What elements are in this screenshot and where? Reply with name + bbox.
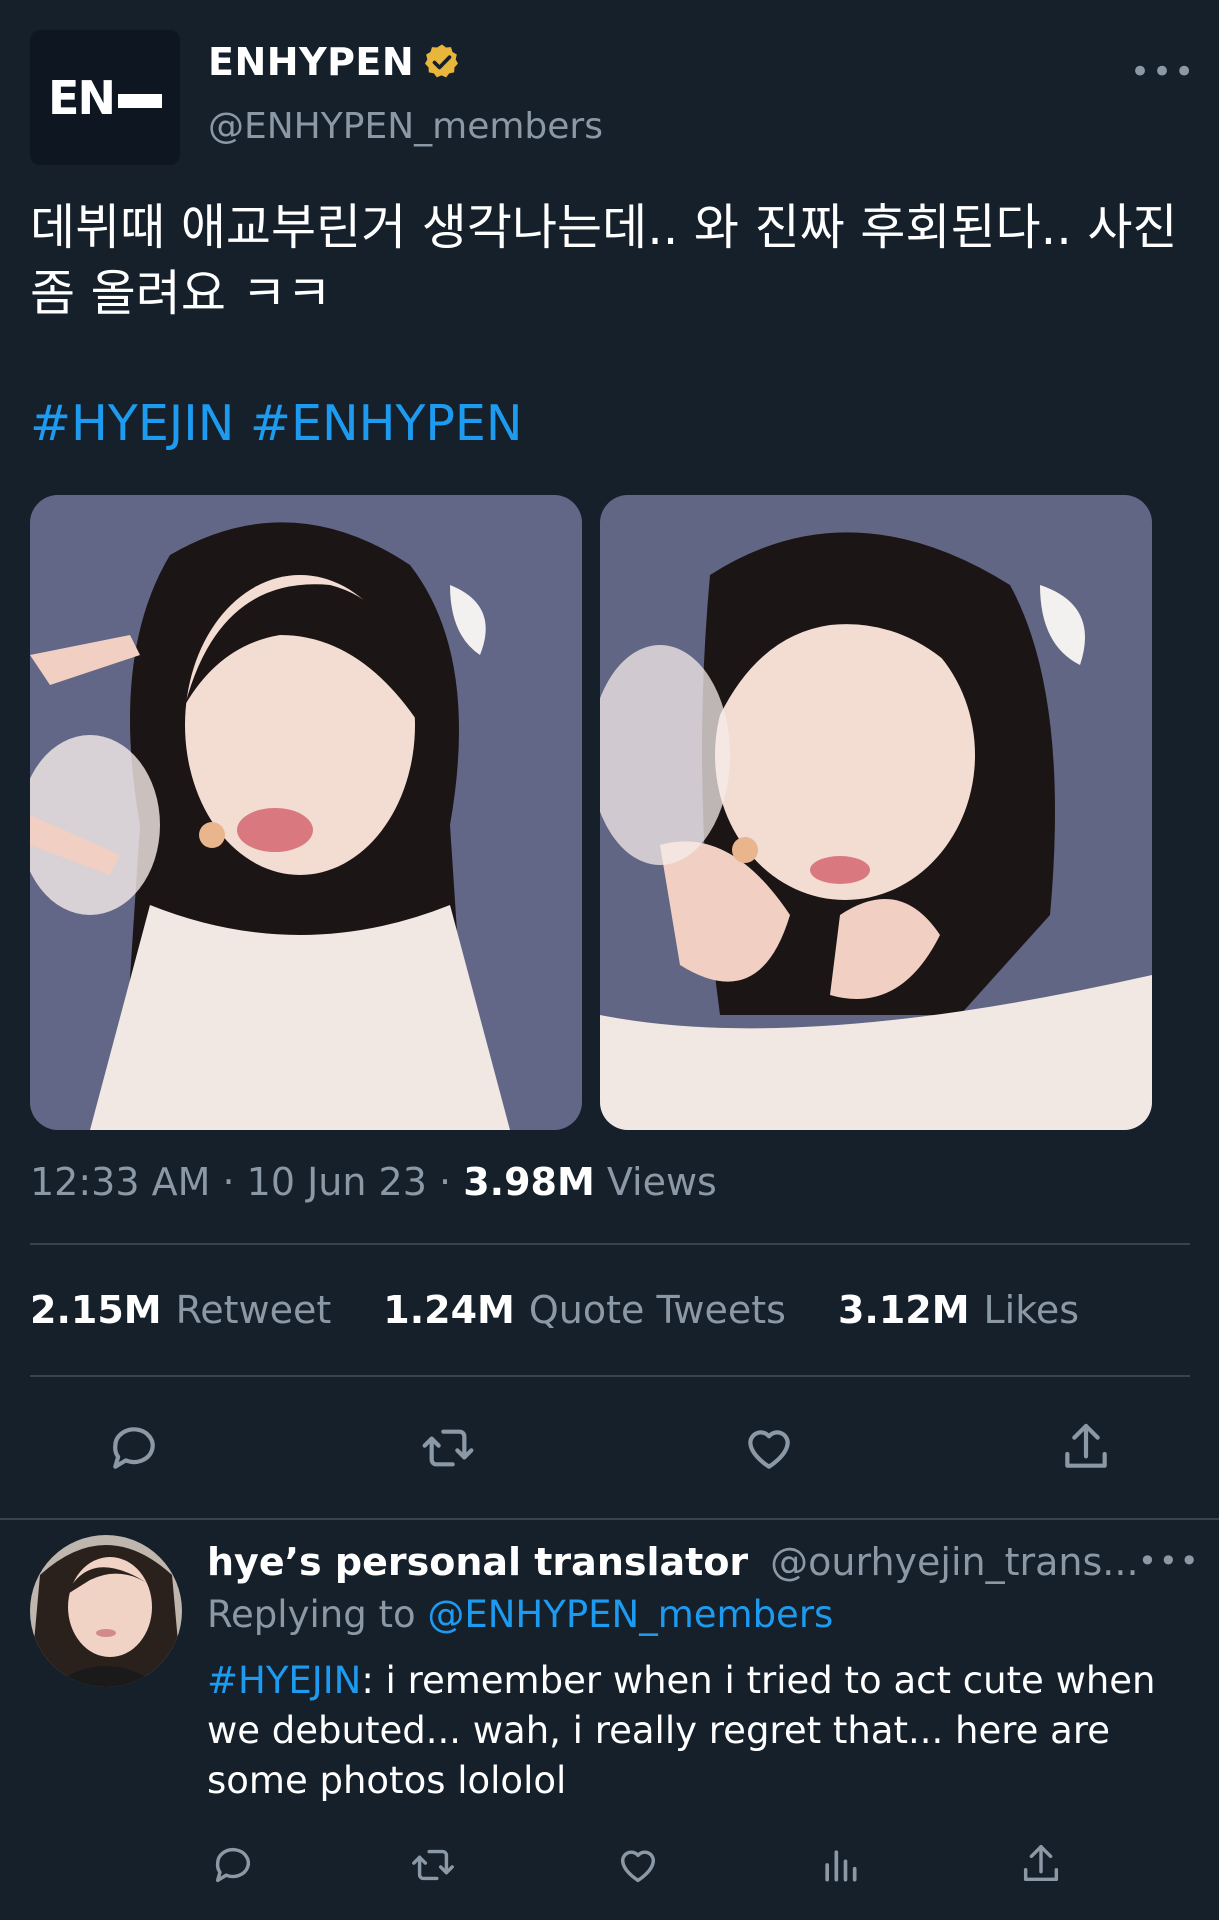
reply-author-name[interactable]: hye’s personal translator	[207, 1540, 748, 1584]
tweet-photo-1[interactable]	[30, 495, 582, 1130]
quote-tweets-count: 1.24M	[383, 1288, 515, 1332]
quote-tweets-label: Quote Tweets	[528, 1288, 786, 1332]
reply-like-icon[interactable]	[614, 1842, 662, 1888]
thread-divider	[0, 1518, 1219, 1520]
author-avatar[interactable]: EN	[30, 30, 180, 165]
views-count: 3.98M	[463, 1160, 595, 1204]
replying-to-handle[interactable]: @ENHYPEN_members	[427, 1593, 833, 1636]
reply-text: #HYEJIN: i remember when i tried to act …	[207, 1656, 1167, 1806]
tweet-hashtags[interactable]: #HYEJIN #ENHYPEN	[30, 395, 523, 452]
likes-count: 3.12M	[837, 1288, 970, 1332]
share-icon[interactable]	[1058, 1418, 1114, 1476]
tweet-meta: 12:33 AM · 10 Jun 23 · 3.98M Views	[30, 1160, 717, 1204]
retweet-label: Retweet	[175, 1288, 332, 1332]
analytics-icon[interactable]	[818, 1842, 862, 1888]
reply-hashtag[interactable]: #HYEJIN	[207, 1659, 361, 1702]
retweet-icon[interactable]	[418, 1420, 478, 1476]
reply-more-options-icon[interactable]: •••	[1138, 1542, 1201, 1580]
meta-separator: ·	[222, 1160, 235, 1204]
likes-label: Likes	[983, 1288, 1080, 1332]
enhypen-logo: EN	[48, 71, 162, 125]
meta-separator: ·	[439, 1160, 452, 1204]
replying-to-label: Replying to	[207, 1593, 416, 1636]
reply-retweet-icon[interactable]	[408, 1842, 458, 1888]
tweet-photo-2[interactable]	[600, 495, 1152, 1130]
tweet-date[interactable]: 10 Jun 23	[247, 1160, 427, 1204]
tweet-text: 데뷔때 애교부린거 생각나는데.. 와 진짜 후회된다.. 사진 좀 올려요 ㅋ…	[30, 199, 1178, 322]
retweet-stat[interactable]: 2.15M Retweet	[30, 1288, 345, 1332]
author-display-name[interactable]: ENHYPEN	[208, 40, 462, 84]
divider	[30, 1375, 1190, 1377]
reply-share-icon[interactable]	[1018, 1840, 1064, 1888]
author-handle[interactable]: @ENHYPEN_members	[208, 106, 603, 147]
retweet-count: 2.15M	[30, 1288, 162, 1332]
reply-icon[interactable]	[106, 1420, 162, 1476]
views-label: Views	[606, 1160, 717, 1204]
more-options-icon[interactable]: •••	[1130, 52, 1196, 92]
reply-author-handle[interactable]: @ourhyejin_trans...	[770, 1540, 1138, 1584]
divider	[30, 1243, 1190, 1245]
replying-to-line: Replying to @ENHYPEN_members	[207, 1593, 833, 1636]
like-icon[interactable]	[740, 1420, 798, 1476]
tweet-time[interactable]: 12:33 AM	[30, 1160, 210, 1204]
reply-reply-icon[interactable]	[210, 1842, 256, 1888]
tweet-stats: 2.15M Retweet 1.24M Quote Tweets 3.12M Like…	[30, 1288, 1093, 1332]
quote-tweets-stat[interactable]: 1.24M Quote Tweets	[383, 1288, 800, 1332]
reply-author-avatar[interactable]	[30, 1535, 182, 1687]
reply-author-line[interactable]: hye’s personal translator @ourhyejin_tran…	[207, 1540, 1139, 1584]
likes-stat[interactable]: 3.12M Likes	[838, 1288, 1093, 1332]
verified-badge-icon	[425, 44, 459, 78]
author-name-text[interactable]: ENHYPEN	[208, 40, 414, 84]
